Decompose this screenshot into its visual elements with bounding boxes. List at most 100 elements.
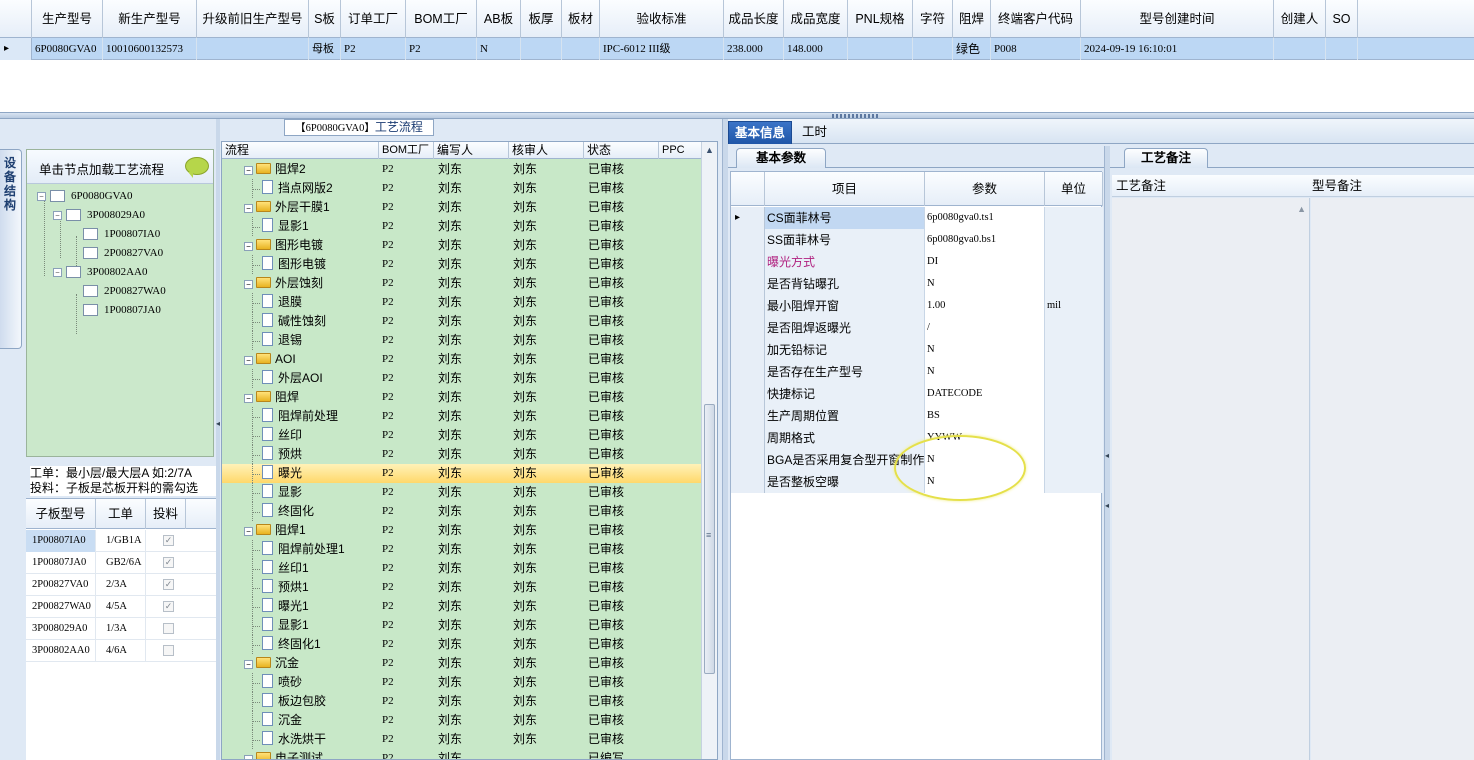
cell-flow[interactable]: 显影 [262, 483, 302, 502]
cell-bom[interactable]: P2 [382, 160, 394, 179]
col-header-solder-mask[interactable]: 阻焊 [953, 0, 991, 38]
cell-flow[interactable]: − 外层干膜1 [244, 198, 330, 217]
cell-flow[interactable]: − 阻焊 [244, 388, 299, 407]
splitter-arrow-icon[interactable]: ◂ [216, 419, 220, 428]
col-header-customer-code[interactable]: 终端客户代码 [991, 0, 1081, 38]
cell-item[interactable]: 曝光方式 [765, 251, 925, 273]
cell-material[interactable] [562, 38, 600, 60]
row-indicator[interactable] [731, 427, 765, 449]
table-row[interactable]: 显影 P2 刘东 刘东 已审核 [222, 483, 702, 502]
col-header-model[interactable]: 生产型号 [32, 0, 103, 38]
cell-flow[interactable]: 丝印1 [262, 559, 309, 578]
cell-flow[interactable]: 终固化 [262, 502, 314, 521]
checkbox-checked-icon[interactable]: ✓ [163, 579, 174, 590]
cell-item[interactable]: SS面菲林号 [765, 229, 925, 251]
cell-flow[interactable]: 曝光1 [262, 597, 309, 616]
cell-writer[interactable]: 刘东 [438, 502, 462, 521]
cell-unit[interactable] [1045, 317, 1103, 339]
cell-reviewer[interactable]: 刘东 [513, 217, 537, 236]
cell-param[interactable]: DI [925, 251, 1045, 273]
collapse-icon[interactable]: − [244, 527, 253, 536]
cell-unit[interactable] [1045, 449, 1103, 471]
col-header-silkscreen[interactable]: 字符 [913, 0, 953, 38]
cell-status[interactable]: 已审核 [588, 521, 624, 540]
table-row[interactable]: 曝光 P2 刘东 刘东 已审核 [222, 464, 702, 483]
cell-reviewer[interactable]: 刘东 [513, 464, 537, 483]
collapse-icon[interactable]: − [244, 280, 253, 289]
checkbox-checked-icon[interactable]: ✓ [163, 535, 174, 546]
cell-customer-code[interactable]: P008 [991, 38, 1081, 60]
cell-status[interactable]: 已审核 [588, 654, 624, 673]
cell-status[interactable]: 已审核 [588, 369, 624, 388]
cell-unit[interactable] [1045, 207, 1103, 229]
cell-bom[interactable]: P2 [382, 464, 394, 483]
cell-param[interactable]: N [925, 361, 1045, 383]
cell-flow[interactable]: 沉金 [262, 711, 302, 730]
collapse-icon[interactable]: − [244, 356, 253, 365]
col-header-old-model[interactable]: 升级前旧生产型号 [197, 0, 309, 38]
cell-writer[interactable]: 刘东 [438, 673, 462, 692]
cell-param[interactable]: N [925, 273, 1045, 295]
cell-bom[interactable]: P2 [382, 236, 394, 255]
cell-writer[interactable]: 刘东 [438, 540, 462, 559]
cell-so[interactable] [1326, 38, 1358, 60]
cell-param[interactable]: / [925, 317, 1045, 339]
cell-reviewer[interactable]: 刘东 [513, 179, 537, 198]
tree-node-1P00807JA0[interactable]: 1P00807JA0 [83, 301, 161, 319]
col-header-material[interactable]: 板材 [562, 0, 600, 38]
row-indicator[interactable] [731, 339, 765, 361]
col-header-unit[interactable]: 单位 [1045, 172, 1103, 206]
table-row[interactable]: 曝光方式 DI [731, 251, 1103, 273]
cell-status[interactable]: 已审核 [588, 274, 624, 293]
cell-writer[interactable]: 刘东 [438, 597, 462, 616]
cell-reviewer[interactable]: 刘东 [513, 616, 537, 635]
cell-unit[interactable] [1045, 229, 1103, 251]
cell-bom[interactable]: P2 [382, 407, 394, 426]
cell-bom[interactable]: P2 [382, 711, 394, 730]
cell-status[interactable]: 已审核 [588, 711, 624, 730]
cell-unit[interactable] [1045, 251, 1103, 273]
table-row[interactable]: − 电子测试 P2 刘东 已编写 [222, 749, 702, 759]
table-row[interactable]: 终固化 P2 刘东 刘东 已审核 [222, 502, 702, 521]
tab-work-hours[interactable]: 工时 [796, 121, 833, 144]
cell-feed[interactable] [146, 640, 186, 662]
cell-reviewer[interactable]: 刘东 [513, 711, 537, 730]
cell-flow[interactable]: − AOI [244, 350, 296, 369]
checkbox-checked-icon[interactable]: ✓ [163, 601, 174, 612]
cell-status[interactable]: 已审核 [588, 559, 624, 578]
table-row[interactable]: 阻焊前处理1 P2 刘东 刘东 已审核 [222, 540, 702, 559]
table-row[interactable]: 2P00827WA0 4/5A ✓ [26, 596, 216, 618]
cell-reviewer[interactable]: 刘东 [513, 369, 537, 388]
cell-unit[interactable] [1045, 339, 1103, 361]
row-indicator[interactable] [731, 405, 765, 427]
cell-item[interactable]: 是否背钻曝孔 [765, 273, 925, 295]
table-row[interactable]: 水洗烘干 P2 刘东 刘东 已审核 [222, 730, 702, 749]
cell-writer[interactable]: 刘东 [438, 179, 462, 198]
cell-bom[interactable]: P2 [382, 654, 394, 673]
row-indicator[interactable] [731, 207, 765, 229]
cell-writer[interactable]: 刘东 [438, 274, 462, 293]
cell-order[interactable]: 2/3A [96, 574, 146, 596]
cell-bom[interactable]: P2 [382, 426, 394, 445]
cell-status[interactable]: 已审核 [588, 616, 624, 635]
cell-feed[interactable]: ✓ [146, 596, 186, 618]
cell-reviewer[interactable]: 刘东 [513, 673, 537, 692]
process-notes-area[interactable]: ▲ [1112, 198, 1310, 760]
cell-bom[interactable]: P2 [382, 217, 394, 236]
cell-order[interactable]: 4/6A [96, 640, 146, 662]
cell-status[interactable]: 已审核 [588, 483, 624, 502]
row-indicator[interactable] [731, 383, 765, 405]
cell-reviewer[interactable]: 刘东 [513, 407, 537, 426]
cell-flow[interactable]: 阻焊前处理1 [262, 540, 345, 559]
cell-reviewer[interactable]: 刘东 [513, 654, 537, 673]
cell-status[interactable]: 已审核 [588, 426, 624, 445]
table-row[interactable]: 外层AOI P2 刘东 刘东 已审核 [222, 369, 702, 388]
cell-param[interactable]: N [925, 339, 1045, 361]
cell-flow[interactable]: − 沉金 [244, 654, 299, 673]
left-vertical-splitter[interactable]: ◂ [216, 119, 220, 760]
cell-pnl[interactable] [848, 38, 913, 60]
cell-unit[interactable] [1045, 427, 1103, 449]
cell-flow[interactable]: − 阻焊1 [244, 521, 306, 540]
collapse-icon[interactable]: − [53, 267, 62, 277]
cell-width[interactable]: 148.000 [784, 38, 848, 60]
